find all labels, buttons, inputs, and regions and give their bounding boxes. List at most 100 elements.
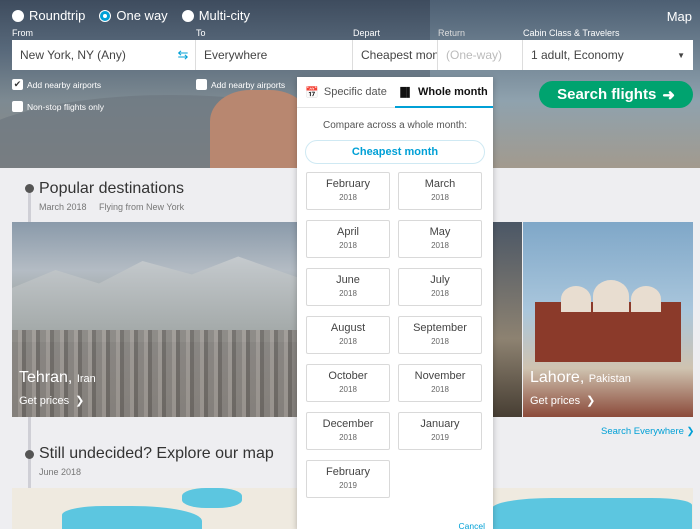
mountain-image [12, 256, 297, 342]
month-year: 2018 [339, 337, 357, 346]
month-year: 2018 [339, 385, 357, 394]
month-year: 2018 [431, 385, 449, 394]
month-option[interactable]: February 2019 [306, 460, 390, 498]
to-label: To [196, 28, 206, 38]
from-value: New York, NY (Any) [20, 48, 126, 62]
get-prices-label: Get prices [19, 394, 70, 407]
depart-value: Cheapest mont [361, 48, 438, 62]
month-name: February [325, 466, 371, 478]
month-year: 2019 [339, 481, 357, 490]
get-prices-link[interactable]: Get prices ❯ [19, 394, 85, 408]
get-prices-link[interactable]: Get prices ❯ [530, 394, 595, 408]
trip-roundtrip-label: Roundtrip [29, 8, 86, 23]
popular-date: March 2018 [39, 202, 87, 212]
card-country: Pakistan [588, 373, 631, 385]
calendar-icon: 📅 [305, 86, 319, 99]
nearby-to-checkbox[interactable]: Add nearby airports [196, 79, 285, 90]
explore-title: Still undecided? Explore our map [39, 445, 274, 462]
destination-card-lahore[interactable]: Lahore, Pakistan Get prices ❯ [523, 222, 693, 417]
nearby-from-checkbox[interactable]: ✔ Add nearby airports [12, 79, 101, 90]
map-link[interactable]: Map [667, 9, 692, 24]
popular-subtitle: March 2018 Flying from New York [39, 202, 184, 212]
depart-field[interactable]: Cheapest mont [353, 40, 438, 70]
cheapest-month-button[interactable]: Cheapest month [305, 140, 485, 164]
nonstop-checkbox[interactable]: Non-stop flights only [12, 101, 104, 112]
month-year: 2018 [431, 241, 449, 250]
month-option[interactable]: June 2018 [306, 268, 390, 306]
month-option[interactable]: April 2018 [306, 220, 390, 258]
month-year: 2018 [339, 241, 357, 250]
popular-flying-from: Flying from New York [99, 202, 185, 212]
search-everywhere-link[interactable]: Search Everywhere ❯ [601, 426, 695, 437]
from-field[interactable]: New York, NY (Any) [12, 40, 196, 70]
month-year: 2018 [431, 193, 449, 202]
map-landmass [182, 488, 242, 508]
search-fields: New York, NY (Any) Everywhere Cheapest m… [12, 40, 693, 70]
card-city: Tehran, [19, 369, 73, 386]
timeline-dot [25, 450, 34, 459]
map-landmass [492, 498, 692, 529]
month-year: 2018 [431, 337, 449, 346]
nonstop-label: Non-stop flights only [27, 101, 105, 112]
month-option[interactable]: November 2018 [398, 364, 482, 402]
tab-specific-date[interactable]: 📅 Specific date [297, 77, 395, 107]
month-option[interactable]: February 2018 [306, 172, 390, 210]
month-year: 2019 [431, 433, 449, 442]
cancel-link[interactable]: Cancel [459, 521, 485, 529]
month-option[interactable]: July 2018 [398, 268, 482, 306]
search-flights-label: Search flights [557, 86, 657, 103]
month-year: 2018 [339, 289, 357, 298]
trip-type-selector: Roundtrip One way Multi-city [12, 8, 250, 23]
radio-icon [12, 9, 24, 22]
to-field[interactable]: Everywhere [196, 40, 353, 70]
nearby-from-label: Add nearby airports [27, 79, 102, 90]
trip-one-way[interactable]: One way [99, 8, 168, 23]
card-city: Lahore, [530, 369, 585, 386]
depart-date-dropdown: 📅 Specific date █▌ Whole month Compare a… [297, 77, 493, 529]
search-everywhere-label: Search Everywhere [601, 426, 684, 437]
month-name: October [328, 370, 368, 382]
return-label: Return [438, 28, 466, 38]
month-option[interactable]: September 2018 [398, 316, 482, 354]
search-flights-button[interactable]: Search flights ➜ [539, 81, 693, 108]
radio-selected-icon [99, 9, 112, 22]
card-title: Tehran, Iran [19, 369, 96, 387]
radio-icon [181, 9, 194, 22]
month-name: December [322, 418, 374, 430]
month-name: August [330, 322, 366, 334]
month-year: 2018 [431, 289, 449, 298]
compare-text: Compare across a whole month: [323, 120, 467, 131]
trip-roundtrip[interactable]: Roundtrip [12, 8, 85, 23]
cabin-label: Cabin Class & Travelers [523, 28, 620, 38]
checkbox-checked-icon: ✔ [12, 79, 23, 90]
card-country: Iran [76, 373, 96, 385]
card-title: Lahore, Pakistan [530, 369, 631, 387]
tab-specific-date-label: Specific date [323, 86, 387, 98]
month-name: May [429, 226, 451, 238]
month-option[interactable]: October 2018 [306, 364, 390, 402]
trip-multi-city-label: Multi-city [198, 8, 250, 23]
month-option[interactable]: March 2018 [398, 172, 482, 210]
return-field[interactable]: (One-way) [438, 40, 523, 70]
trip-multi-city[interactable]: Multi-city [181, 8, 250, 23]
destination-card-tehran[interactable]: Tehran, Iran Get prices ❯ [12, 222, 297, 417]
map-landmass [62, 506, 202, 529]
month-name: April [336, 226, 359, 238]
month-option[interactable]: December 2018 [306, 412, 390, 450]
tab-whole-month-label: Whole month [418, 86, 488, 98]
month-option[interactable]: May 2018 [398, 220, 482, 258]
month-option[interactable]: January 2019 [398, 412, 482, 450]
cabin-value: 1 adult, Economy [531, 48, 624, 62]
return-value: (One-way) [446, 48, 503, 62]
destination-card-partial[interactable] [492, 222, 522, 417]
chevron-right-icon: ❯ [75, 395, 85, 407]
month-name: March [424, 178, 456, 190]
checkbox-icon [12, 101, 23, 112]
swap-icon[interactable]: ⇆ [175, 47, 191, 63]
dome-image [561, 286, 591, 312]
month-option[interactable]: August 2018 [306, 316, 390, 354]
bar-chart-icon: █▌ [400, 87, 414, 97]
cabin-travelers-field[interactable]: 1 adult, Economy ▼ [523, 40, 693, 70]
month-name: November [414, 370, 466, 382]
tab-whole-month[interactable]: █▌ Whole month [395, 77, 493, 108]
